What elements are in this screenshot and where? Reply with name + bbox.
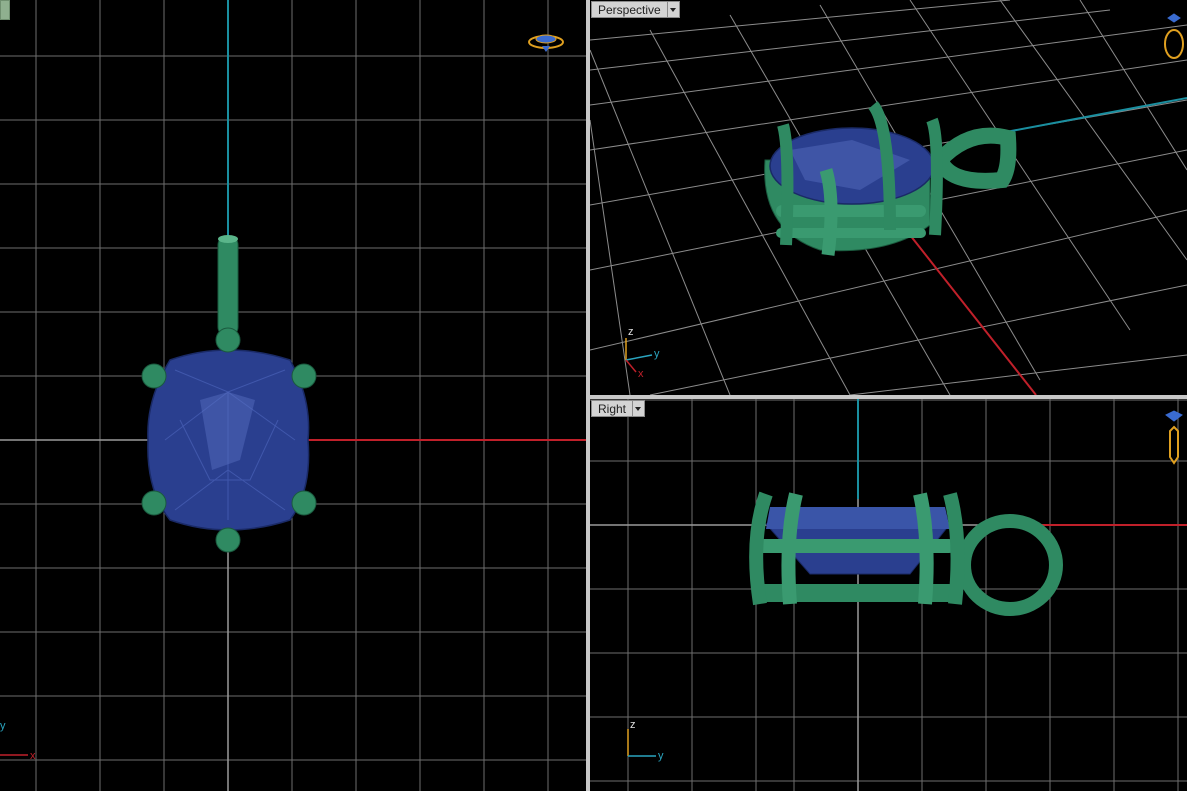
perspective-canvas: z y x [590,0,1187,395]
viewport-right[interactable]: z y Right [590,399,1187,791]
axis-label-y: y [658,750,664,762]
axis-label-z: z [628,326,634,338]
axis-label-y: y [654,348,660,360]
axis-label-z: z [630,719,636,731]
axis-gizmo-icon [625,338,653,373]
axis-label-x: x [638,368,644,380]
ring-gem-icon [1164,13,1184,59]
pendant-top-view [141,235,317,553]
ring-gem-icon [528,34,564,52]
dropdown-arrow-icon[interactable] [633,400,646,417]
viewport-top[interactable]: y x [0,0,586,791]
viewport-perspective[interactable]: z y x Perspective [590,0,1187,395]
right-view-canvas: z y [590,399,1187,791]
axis-gizmo-icon [627,729,656,757]
viewport-tab[interactable] [0,0,10,20]
viewport-title[interactable]: Right [591,400,634,417]
dropdown-arrow-icon[interactable] [667,1,680,18]
pendant-perspective-view [764,101,1017,256]
top-view-canvas: y x [0,0,586,791]
viewport-label-perspective[interactable]: Perspective [591,1,680,18]
viewport-title[interactable]: Perspective [591,1,668,18]
axis-label-x: x [30,750,36,762]
axis-label-y: y [0,720,6,732]
ring-gem-icon [1165,410,1183,465]
pendant-right-view [749,491,1063,616]
viewport-label-right[interactable]: Right [591,400,646,417]
